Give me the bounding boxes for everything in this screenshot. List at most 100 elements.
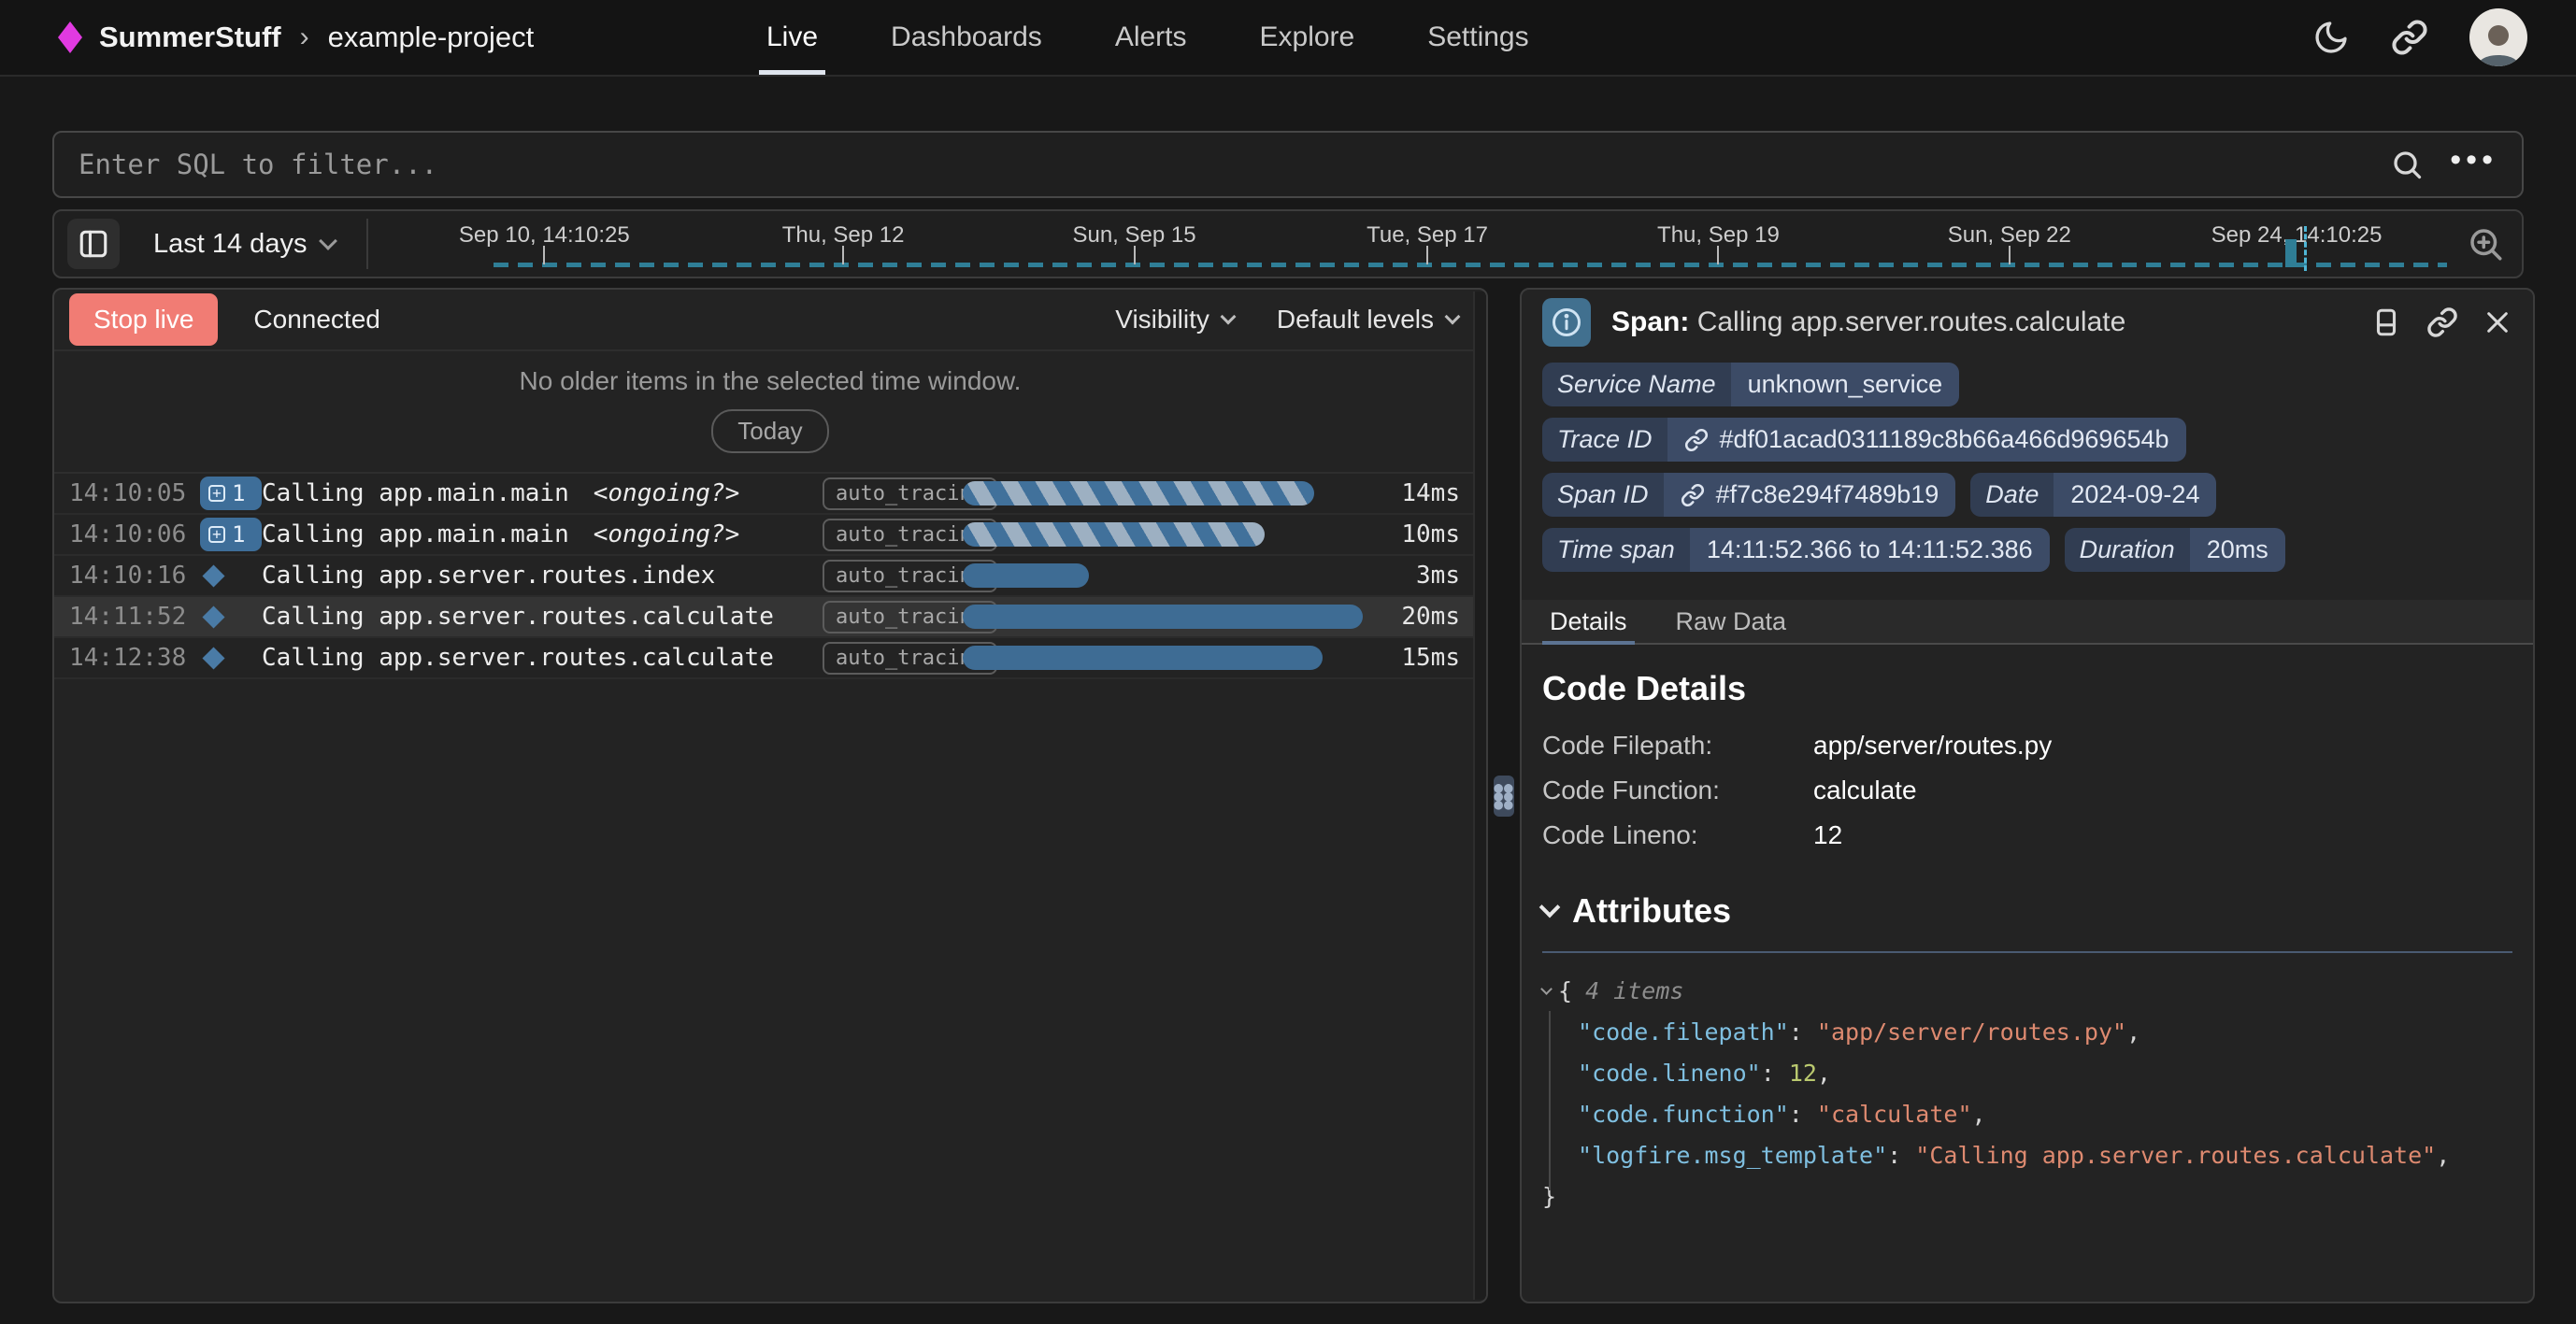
timeline-tick-label: Sep 24, 14:10:25 <box>2211 222 2383 249</box>
json-number-value: 12 <box>1789 1060 1817 1087</box>
tab-settings[interactable]: Settings <box>1425 0 1530 75</box>
duration-bar <box>963 605 1363 629</box>
zoom-in-icon <box>2466 224 2505 263</box>
filter-more-button[interactable]: ••• <box>2450 144 2497 185</box>
json-string-value: app/server/routes.py <box>1817 1018 2126 1046</box>
expand-plus-icon: + <box>208 526 225 543</box>
visibility-dropdown[interactable]: Visibility <box>1115 305 1234 335</box>
duration-bar-track <box>963 563 1371 588</box>
badge-date: Date 2024-09-24 <box>1970 473 2216 517</box>
row-message: Calling app.server.routes.index <box>262 562 823 590</box>
row-duration: 20ms <box>1371 603 1460 631</box>
split-panel-icon <box>2370 306 2402 338</box>
timeline-tick <box>1134 246 1136 264</box>
timeline-activity-spike <box>2285 239 2297 267</box>
project-name[interactable]: example-project <box>328 21 535 54</box>
json-indent-guide <box>1549 1011 1551 1190</box>
code-details-table: Code Filepath: app/server/routes.py Code… <box>1542 731 2512 850</box>
attributes-toggle[interactable]: Attributes <box>1542 891 2512 931</box>
kv-value: 12 <box>1813 820 1842 850</box>
sql-filter-bar: ••• <box>52 131 2524 198</box>
sidebar-toggle-button[interactable] <box>67 219 120 269</box>
timebar-divider <box>366 219 368 269</box>
json-root-line[interactable]: {4 items <box>1542 970 2512 1011</box>
row-message: Calling app.main.main<ongoing?> <box>262 520 823 548</box>
json-string-value: Calling app.server.routes.calculate <box>1915 1142 2436 1169</box>
breadcrumb: SummerStuff › example-project <box>0 21 534 54</box>
tab-details[interactable]: Details <box>1542 600 1635 643</box>
kv-row: Code Filepath: app/server/routes.py <box>1542 731 2512 761</box>
timeline-tick <box>1717 246 1719 264</box>
tab-alerts[interactable]: Alerts <box>1113 0 1189 75</box>
span-diamond-icon <box>202 647 224 669</box>
tab-live[interactable]: Live <box>765 0 820 75</box>
connection-status: Connected <box>253 305 379 335</box>
trace-row[interactable]: 14:10:05 +1 Calling app.main.main<ongoin… <box>54 474 1486 515</box>
link-icon <box>1681 483 1705 507</box>
duration-bar <box>963 522 1265 547</box>
badge-service-name: Service Name unknown_service <box>1542 363 1959 406</box>
span-diamond-icon <box>202 605 224 628</box>
link-icon <box>2391 19 2428 56</box>
span-title-message: Calling app.server.routes.calculate <box>1697 306 2126 337</box>
span-detail-header: Span: Calling app.server.routes.calculat… <box>1522 290 2533 355</box>
row-timestamp: 14:10:06 <box>69 520 200 548</box>
brand-logo-icon <box>58 21 82 53</box>
timeline-tick-label: Thu, Sep 12 <box>782 222 905 249</box>
timeline-zoom-button[interactable] <box>2466 224 2505 263</box>
today-button[interactable]: Today <box>711 409 828 453</box>
scrollbar-track[interactable] <box>1473 292 1486 1300</box>
panel-resize-handle[interactable]: ●● ●● ●● <box>1494 776 1514 817</box>
timeline-tick <box>543 246 545 264</box>
sql-filter-input[interactable] <box>79 149 2390 180</box>
live-trace-panel: Stop live Connected Visibility Default l… <box>52 288 1488 1303</box>
trace-row[interactable]: 14:12:38 Calling app.server.routes.calcu… <box>54 638 1486 679</box>
span-badges: Service Name unknown_service Trace ID #d… <box>1522 355 2533 587</box>
chevron-down-icon <box>1445 309 1461 325</box>
close-icon <box>2483 307 2512 337</box>
trace-row[interactable]: 14:10:06 +1 Calling app.main.main<ongoin… <box>54 515 1486 556</box>
search-icon <box>2390 148 2424 181</box>
default-levels-dropdown[interactable]: Default levels <box>1277 305 1458 335</box>
tab-raw-data[interactable]: Raw Data <box>1668 600 1795 643</box>
expand-plus-icon: + <box>208 485 225 502</box>
items-count-note: 4 items <box>1585 977 1683 1004</box>
tab-dashboards[interactable]: Dashboards <box>889 0 1044 75</box>
avatar-silhouette-icon <box>2473 20 2524 66</box>
badge-span-id[interactable]: Span ID #f7c8e294f7489b19 <box>1542 473 1955 517</box>
panel-gutter: ●● ●● ●● <box>1488 288 1520 1303</box>
kv-row: Code Lineno: 12 <box>1542 820 2512 850</box>
badge-trace-id[interactable]: Trace ID #df01acad0311189c8b66a466d96965… <box>1542 418 2186 462</box>
trace-id-value: #df01acad0311189c8b66a466d969654b <box>1720 425 2169 454</box>
time-range-selector[interactable]: Last 14 days <box>153 229 335 260</box>
collapsed-count-badge[interactable]: +1 <box>200 518 262 551</box>
dock-panel-button[interactable] <box>2370 306 2402 338</box>
ongoing-marker: <ongoing?> <box>594 479 740 507</box>
json-line: code.lineno: 12, <box>1542 1052 2512 1093</box>
top-nav: SummerStuff › example-project Live Dashb… <box>0 0 2576 77</box>
brand-name[interactable]: SummerStuff <box>99 21 281 54</box>
collapsed-count-badge[interactable]: +1 <box>200 477 262 510</box>
share-link-button[interactable] <box>2391 19 2428 56</box>
row-timestamp: 14:10:05 <box>69 479 200 507</box>
timeline-histogram <box>494 263 2447 267</box>
user-avatar[interactable] <box>2469 8 2527 66</box>
trace-row-selected[interactable]: 14:11:52 Calling app.server.routes.calcu… <box>54 597 1486 638</box>
row-timestamp: 14:11:52 <box>69 603 200 631</box>
theme-toggle-button[interactable] <box>2312 19 2350 56</box>
attributes-divider <box>1542 951 2512 953</box>
stop-live-button[interactable]: Stop live <box>69 293 218 346</box>
search-button[interactable] <box>2390 148 2424 181</box>
kv-value: app/server/routes.py <box>1813 731 2052 761</box>
time-range-label: Last 14 days <box>153 229 307 260</box>
copy-span-link-button[interactable] <box>2426 306 2458 338</box>
tab-explore[interactable]: Explore <box>1258 0 1357 75</box>
json-key: code.function <box>1578 1101 1789 1128</box>
child-count: 1 <box>232 480 245 506</box>
activity-timeline[interactable]: Sep 10, 14:10:25 Thu, Sep 12 Sun, Sep 15… <box>494 211 2447 277</box>
detail-tabs: Details Raw Data <box>1522 600 2533 645</box>
timeline-tick <box>2009 246 2011 264</box>
span-title-label: Span: <box>1611 306 1689 337</box>
trace-row[interactable]: 14:10:16 Calling app.server.routes.index… <box>54 556 1486 597</box>
close-panel-button[interactable] <box>2483 307 2512 337</box>
